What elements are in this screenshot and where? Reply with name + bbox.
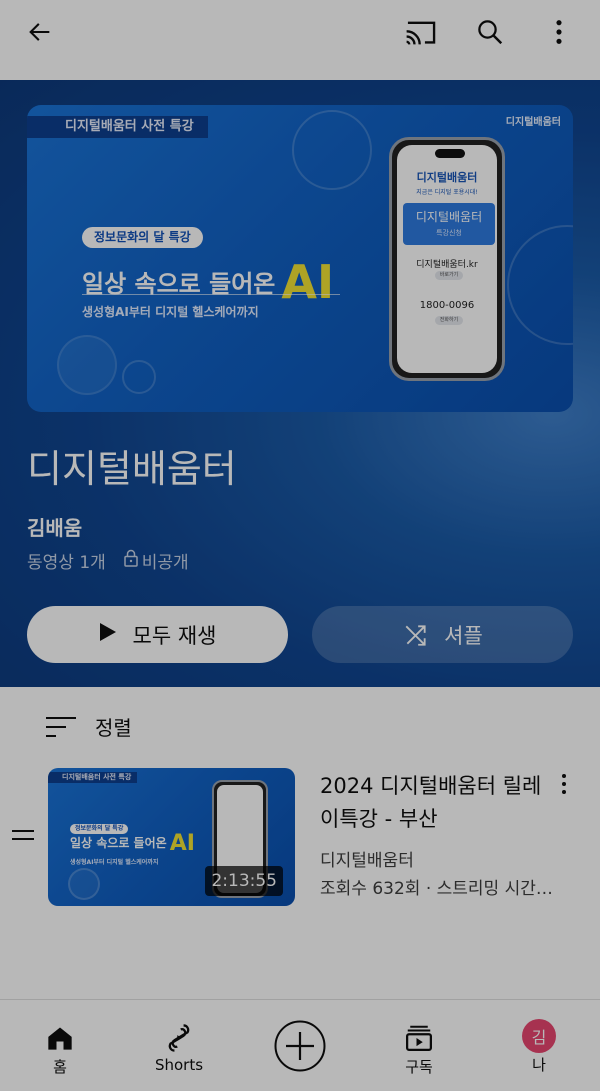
phone-brand: 디지털배움터: [416, 171, 478, 184]
privacy-status: 비공개: [141, 553, 189, 573]
home-icon: [46, 1022, 74, 1054]
headline-ai-text: AI: [169, 831, 195, 856]
sort-label: 정렬: [95, 716, 132, 740]
thumbnail-subline: 생성형AI부터 디지털 헬스케어까지: [70, 859, 159, 866]
sort-button[interactable]: 정렬: [45, 712, 132, 741]
video-thumbnail[interactable]: 디지털배움터 사전 특강 정보문화의 달 특강 일상 속으로 들어온 AI 생성형…: [48, 768, 295, 906]
play-icon: [99, 622, 117, 647]
decorative-circle: [57, 335, 117, 395]
cast-icon[interactable]: [403, 14, 439, 50]
headline-text: 일상 속으로 들어온: [70, 836, 167, 850]
nav-shorts[interactable]: Shorts: [129, 1000, 229, 1091]
phone-notch: [435, 149, 465, 158]
avatar: 김: [522, 1019, 556, 1053]
thumbnail-brand-logo: 디지털배움터: [505, 117, 561, 128]
thumbnail-pill-label: 정보문화의 달 특강: [82, 227, 203, 248]
nav-subscriptions-label: 구독: [405, 1058, 433, 1076]
nav-shorts-label: Shorts: [154, 1056, 204, 1074]
phone-apply-box: 디지털배움터 특강신청: [403, 203, 495, 245]
playlist-title: 디지털배움터: [27, 447, 237, 491]
decorative-circle: [122, 360, 156, 394]
playlist-meta: 동영상 1개 비공개: [27, 548, 189, 573]
more-vertical-icon[interactable]: [552, 770, 576, 798]
thumbnail-headline: 일상 속으로 들어온 AI: [70, 831, 195, 856]
thumbnail-subline: 생성형AI부터 디지털 헬스케어까지: [82, 305, 259, 319]
bottom-navigation: 홈 Shorts 구독 김 나: [0, 999, 600, 1091]
shuffle-label: 셔플: [444, 623, 483, 648]
phone-tel-button: 전화하기: [435, 316, 463, 325]
play-all-button[interactable]: 모두 재생: [27, 606, 288, 663]
subscriptions-icon: [404, 1022, 434, 1054]
more-vertical-icon[interactable]: [541, 14, 577, 50]
thumbnail-headline: 일상 속으로 들어온 AI: [82, 255, 334, 309]
sort-icon: [46, 716, 76, 737]
drag-handle-icon[interactable]: [12, 830, 34, 846]
lock-icon: [124, 549, 138, 572]
decorative-circle: [68, 868, 100, 900]
play-all-label: 모두 재생: [132, 623, 217, 648]
phone-tagline: 지금은 디지털 포용시대!: [416, 189, 478, 196]
thumbnail-ribbon: 디지털배움터 사전 특강: [48, 772, 138, 783]
phone-box-sub: 특강신청: [436, 229, 462, 237]
nav-subscriptions[interactable]: 구독: [369, 1000, 469, 1091]
video-channel[interactable]: 디지털배움터: [320, 846, 414, 871]
playlist-header: 디지털배움터 사전 특강 디지털배움터 정보문화의 달 특강 일상 속으로 들어…: [0, 80, 600, 687]
nav-you[interactable]: 김 나: [489, 1000, 589, 1091]
arrow-left-icon[interactable]: [22, 14, 58, 50]
decorative-circle: [507, 225, 573, 345]
nav-you-label: 나: [532, 1056, 546, 1074]
headline-ai-text: AI: [281, 255, 335, 309]
shuffle-icon: [405, 624, 426, 646]
phone-url: 디지털배움터.kr: [416, 260, 478, 270]
avatar-initial: 김: [522, 1019, 556, 1053]
search-icon[interactable]: [472, 14, 508, 50]
phone-screen: 디지털배움터 지금은 디지털 포용시대! 디지털배움터 특강신청 디지털배움터.…: [397, 145, 497, 373]
thumbnail-divider: [82, 294, 340, 295]
phone-box-title: 디지털배움터: [415, 210, 483, 224]
nav-create[interactable]: [250, 1000, 350, 1091]
video-title[interactable]: 2024 디지털배움터 릴레이특강 - 부산: [320, 770, 550, 836]
playlist-thumbnail[interactable]: 디지털배움터 사전 특강 디지털배움터 정보문화의 달 특강 일상 속으로 들어…: [27, 105, 573, 412]
nav-home-label: 홈: [53, 1058, 67, 1076]
shorts-icon: [165, 1022, 193, 1054]
video-stats: 조회수 632회 · 스트리밍 시간: 1개월 전: [320, 879, 555, 899]
playlist-owner[interactable]: 김배움: [27, 512, 82, 541]
phone-url-button: 바로가기: [435, 271, 463, 280]
video-count: 동영상 1개: [27, 553, 106, 573]
top-app-bar: [0, 0, 600, 80]
phone-illustration: 디지털배움터 지금은 디지털 포용시대! 디지털배움터 특강신청 디지털배움터.…: [389, 137, 505, 381]
create-plus-icon: [274, 1020, 326, 1072]
duration-badge: 2:13:55: [205, 866, 283, 896]
phone-tel: 1800-0096: [419, 300, 475, 311]
list-item[interactable]: 디지털배움터 사전 특강 정보문화의 달 특강 일상 속으로 들어온 AI 생성형…: [0, 766, 600, 908]
thumbnail-ribbon: 디지털배움터 사전 특강: [27, 116, 208, 138]
decorative-circle: [292, 110, 372, 190]
nav-home[interactable]: 홈: [10, 1000, 110, 1091]
shuffle-button[interactable]: 셔플: [312, 606, 573, 663]
